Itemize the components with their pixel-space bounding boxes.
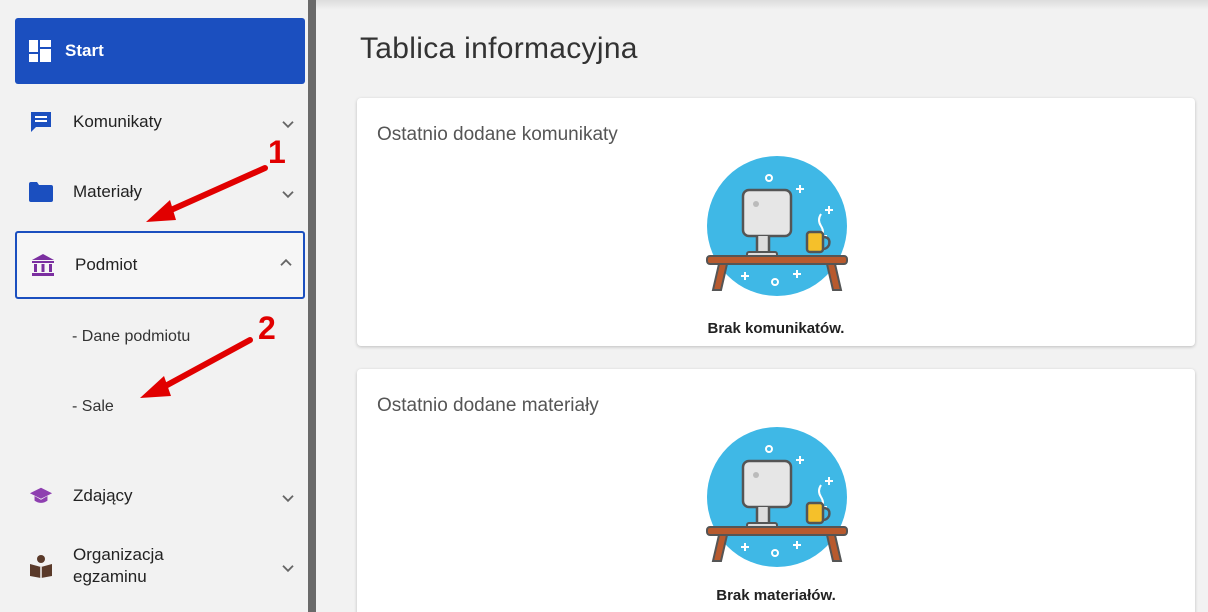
annotation-arrows xyxy=(140,165,268,398)
empty-state-message: Brak komunikatów. xyxy=(707,320,845,337)
empty-desk-illustration xyxy=(703,427,851,567)
annotation-arrow-1 xyxy=(146,165,268,222)
card-recent-materials: Ostatnio dodane materiały Brak materiałó… xyxy=(357,369,1195,612)
empty-desk-illustration xyxy=(703,156,851,296)
sidebar: Start Komunikaty Materiały Podmiot - Dan… xyxy=(0,0,308,612)
sidebar-divider[interactable] xyxy=(308,0,316,612)
card-recent-messages: Ostatnio dodane komunikaty Brak komunika… xyxy=(357,98,1195,346)
card-title: Ostatnio dodane materiały xyxy=(377,395,599,416)
top-bar-shadow xyxy=(316,0,1208,10)
empty-state-message: Brak materiałów. xyxy=(716,587,836,604)
page-title: Tablica informacyjna xyxy=(360,32,638,65)
annotation-arrow-2 xyxy=(140,337,253,398)
card-title: Ostatnio dodane komunikaty xyxy=(377,124,618,145)
